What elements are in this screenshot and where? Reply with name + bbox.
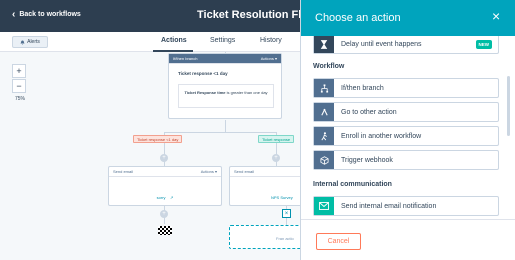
branch-icon [314,79,334,97]
condition-operator: is greater than one day [226,90,268,95]
condition-property: Ticket Response time [184,90,226,95]
branch-node-title: Ticket response <1 day [178,71,228,76]
panel-header: Choose an action × [301,0,515,36]
action-trigger-webhook[interactable]: Trigger webhook [313,150,499,170]
branch-condition: Ticket Response time is greater than one… [178,84,274,108]
close-icon[interactable]: × [282,209,291,218]
add-action-button[interactable]: + [160,210,168,218]
branch-node-header: If/then branch Actions ▾ [169,54,281,64]
send-email-type: Send email [113,169,134,174]
action-label: If/then branch [341,84,384,92]
send-email-node-left[interactable]: Send email Actions ▾ sorry ↗ [108,166,222,206]
end-flag-icon [158,226,172,235]
zoom-level: 75% [14,96,25,102]
action-go-to-other-action[interactable]: Go to other action [313,102,499,122]
hourglass-icon [314,36,334,53]
action-label: Send internal email notification [341,202,437,210]
send-email-header: Send email Actions ▾ [109,167,221,177]
cancel-button[interactable]: Cancel [316,233,361,250]
alerts-label: Alerts [27,39,40,45]
back-label: Back to workflows [19,11,81,18]
email-link-row: sorry ↗ [109,177,221,204]
zoom-out-button[interactable]: − [12,79,26,93]
action-label: Go to other action [341,108,397,116]
connector [225,120,226,132]
action-label: Delay until event happens [341,40,422,48]
person-walk-icon [314,127,334,145]
add-action-button[interactable]: + [272,154,280,162]
chevron-left-icon: ‹ [12,9,16,20]
send-email-type: Send email [234,169,255,174]
send-email-actions-menu[interactable]: Actions ▾ [201,169,217,174]
section-title-workflow: Workflow [313,63,345,70]
zoom-in-button[interactable]: + [12,64,26,78]
panel-scrollbar[interactable] [507,76,510,136]
branch-tag-right: Ticket response [258,135,295,143]
back-to-workflows-link[interactable]: ‹ Back to workflows [12,9,81,20]
add-action-button[interactable]: + [160,154,168,162]
section-title-internal-communication: Internal communication [313,181,392,188]
action-label: Enroll in another workflow [341,132,422,140]
email-icon [314,197,334,215]
action-delay-until-event[interactable]: Delay until event happens NEW [313,36,499,54]
tab-history[interactable]: History [260,37,282,44]
action-enroll-in-workflow[interactable]: Enroll in another workflow [313,126,499,146]
action-label: Trigger webhook [341,156,393,164]
bell-icon [20,40,25,45]
choose-action-panel: Choose an action × Delay until event hap… [300,0,515,260]
workflow-canvas[interactable]: + − 75% If/then branch Actions ▾ Ticket … [0,52,319,260]
branch-connector [164,132,276,133]
email-link-sorry[interactable]: sorry [157,195,166,200]
external-link-icon: ↗ [169,195,174,200]
email-link-nps[interactable]: NPS Survey [271,195,293,200]
workflow-editor: ‹ Back to workflows Ticket Resolution Fl… [0,0,515,260]
alerts-button[interactable]: Alerts [12,36,48,48]
branch-node-type: If/then branch [173,56,198,61]
tab-actions[interactable]: Actions [161,37,187,44]
new-badge: NEW [475,40,492,49]
close-panel-icon[interactable]: × [492,9,500,23]
webhook-cube-icon [314,151,334,169]
branch-tag-left: Ticket response <1 day [133,135,183,143]
tab-settings[interactable]: Settings [210,37,235,44]
panel-title: Choose an action [315,12,401,24]
action-send-internal-email[interactable]: Send internal email notification [313,196,499,216]
action-if-then-branch[interactable]: If/then branch [313,78,499,98]
branch-node-actions-menu[interactable]: Actions ▾ [261,56,277,61]
workflow-title[interactable]: Ticket Resolution Flow [197,9,317,21]
go-to-icon [314,103,334,121]
panel-body[interactable]: Delay until event happens NEW Workflow I… [301,36,515,219]
panel-footer: Cancel [301,219,515,260]
sub-bar: Alerts Actions Settings History [0,32,300,52]
branch-node[interactable]: If/then branch Actions ▾ Ticket response… [168,53,282,119]
